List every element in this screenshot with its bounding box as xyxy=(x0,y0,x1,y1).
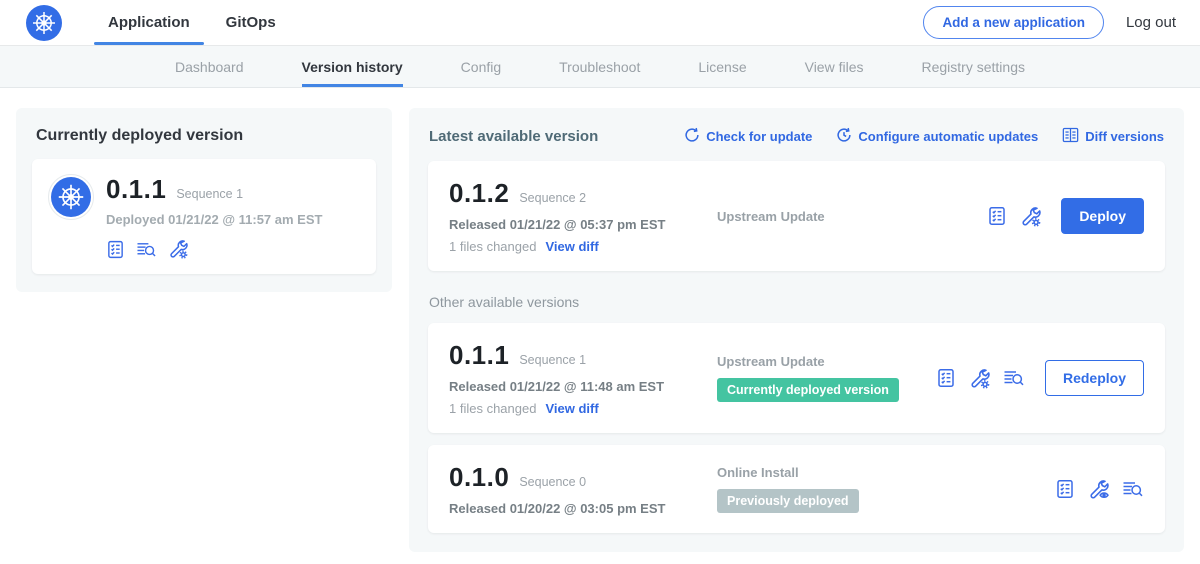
version-number: 0.1.2 xyxy=(449,178,509,209)
currently-deployed-badge: Currently deployed version xyxy=(717,378,899,402)
sequence-label: Sequence 2 xyxy=(519,191,586,205)
configure-automatic-updates-link[interactable]: Configure automatic updates xyxy=(836,127,1038,146)
configure-automatic-updates-label: Configure automatic updates xyxy=(858,129,1038,144)
deployed-version-number: 0.1.1 xyxy=(106,174,166,205)
deploy-logs-icon[interactable] xyxy=(1003,368,1025,388)
view-diff-link[interactable]: View diff xyxy=(545,239,598,254)
refresh-icon xyxy=(684,127,700,146)
edit-config-icon[interactable] xyxy=(969,368,990,389)
top-nav: Application GitOps Add a new application… xyxy=(0,0,1200,46)
kubernetes-logo-icon xyxy=(26,5,62,41)
tab-gitops[interactable]: GitOps xyxy=(208,0,294,45)
deploy-button[interactable]: Deploy xyxy=(1061,198,1144,234)
sequence-label: Sequence 0 xyxy=(519,475,586,489)
version-row-0-1-2: 0.1.2 Sequence 2 Released 01/21/22 @ 05:… xyxy=(428,161,1165,271)
diff-versions-label: Diff versions xyxy=(1085,129,1164,144)
version-source-label: Upstream Update xyxy=(717,354,936,369)
release-notes-icon[interactable] xyxy=(936,368,956,388)
files-changed-label: 1 files changed xyxy=(449,401,536,416)
deploy-logs-icon[interactable] xyxy=(1122,479,1144,499)
subnav-troubleshoot[interactable]: Troubleshoot xyxy=(559,46,640,87)
subnav-registry-settings[interactable]: Registry settings xyxy=(922,46,1025,87)
auto-update-icon xyxy=(836,127,852,146)
deploy-logs-icon[interactable] xyxy=(136,240,157,259)
check-for-update-label: Check for update xyxy=(706,129,812,144)
currently-deployed-title: Currently deployed version xyxy=(36,127,376,145)
add-application-button[interactable]: Add a new application xyxy=(923,6,1104,39)
version-row-0-1-0: 0.1.0 Sequence 0 Released 01/20/22 @ 03:… xyxy=(428,445,1165,533)
deployed-timestamp: Deployed 01/21/22 @ 11:57 am EST xyxy=(106,212,322,227)
tab-gitops-label: GitOps xyxy=(226,14,276,31)
release-notes-icon[interactable] xyxy=(106,240,125,259)
deployed-version-info: 0.1.1 Sequence 1 Deployed 01/21/22 @ 11:… xyxy=(106,174,322,259)
main-content: Currently deployed version 0 xyxy=(0,88,1200,564)
release-notes-icon[interactable] xyxy=(987,206,1007,226)
currently-deployed-panel: Currently deployed version 0 xyxy=(16,108,392,292)
released-timestamp: Released 01/21/22 @ 05:37 pm EST xyxy=(449,217,701,232)
subnav-version-history[interactable]: Version history xyxy=(302,46,403,87)
version-source-label: Upstream Update xyxy=(717,209,987,224)
check-for-update-link[interactable]: Check for update xyxy=(684,127,812,146)
diff-versions-link[interactable]: Diff versions xyxy=(1062,127,1164,146)
logout-link[interactable]: Log out xyxy=(1126,14,1176,31)
tab-application[interactable]: Application xyxy=(90,0,208,45)
version-row-0-1-1: 0.1.1 Sequence 1 Released 01/21/22 @ 11:… xyxy=(428,323,1165,433)
edit-config-icon[interactable] xyxy=(1020,206,1041,227)
released-timestamp: Released 01/21/22 @ 11:48 am EST xyxy=(449,379,701,394)
version-number: 0.1.1 xyxy=(449,340,509,371)
latest-available-title: Latest available version xyxy=(429,128,598,145)
version-actions: Check for update Configure automatic upd… xyxy=(684,127,1164,146)
top-nav-right: Add a new application Log out xyxy=(923,6,1176,39)
available-versions-panel: Latest available version Check for updat… xyxy=(409,108,1184,552)
released-timestamp: Released 01/20/22 @ 03:05 pm EST xyxy=(449,501,701,516)
diff-icon xyxy=(1062,127,1079,146)
edit-config-icon[interactable] xyxy=(168,239,188,259)
view-diff-link[interactable]: View diff xyxy=(545,401,598,416)
redeploy-button[interactable]: Redeploy xyxy=(1045,360,1144,396)
subnav-config[interactable]: Config xyxy=(461,46,501,87)
other-available-versions-title: Other available versions xyxy=(429,294,1164,310)
files-changed-label: 1 files changed xyxy=(449,239,536,254)
tab-application-label: Application xyxy=(108,14,190,31)
app-subnav: Dashboard Version history Config Trouble… xyxy=(0,46,1200,88)
release-notes-icon[interactable] xyxy=(1055,479,1075,499)
previously-deployed-badge: Previously deployed xyxy=(717,489,859,513)
subnav-dashboard[interactable]: Dashboard xyxy=(175,46,244,87)
app-switcher: Application GitOps xyxy=(90,0,294,45)
subnav-view-files[interactable]: View files xyxy=(805,46,864,87)
deployed-version-card: 0.1.1 Sequence 1 Deployed 01/21/22 @ 11:… xyxy=(32,159,376,274)
app-logo-icon xyxy=(48,174,94,220)
sequence-label: Sequence 1 xyxy=(519,353,586,367)
version-source-label: Online Install xyxy=(717,465,1055,480)
version-number: 0.1.0 xyxy=(449,462,509,493)
view-config-icon[interactable] xyxy=(1088,479,1109,500)
subnav-license[interactable]: License xyxy=(698,46,746,87)
deployed-sequence-label: Sequence 1 xyxy=(176,187,243,201)
